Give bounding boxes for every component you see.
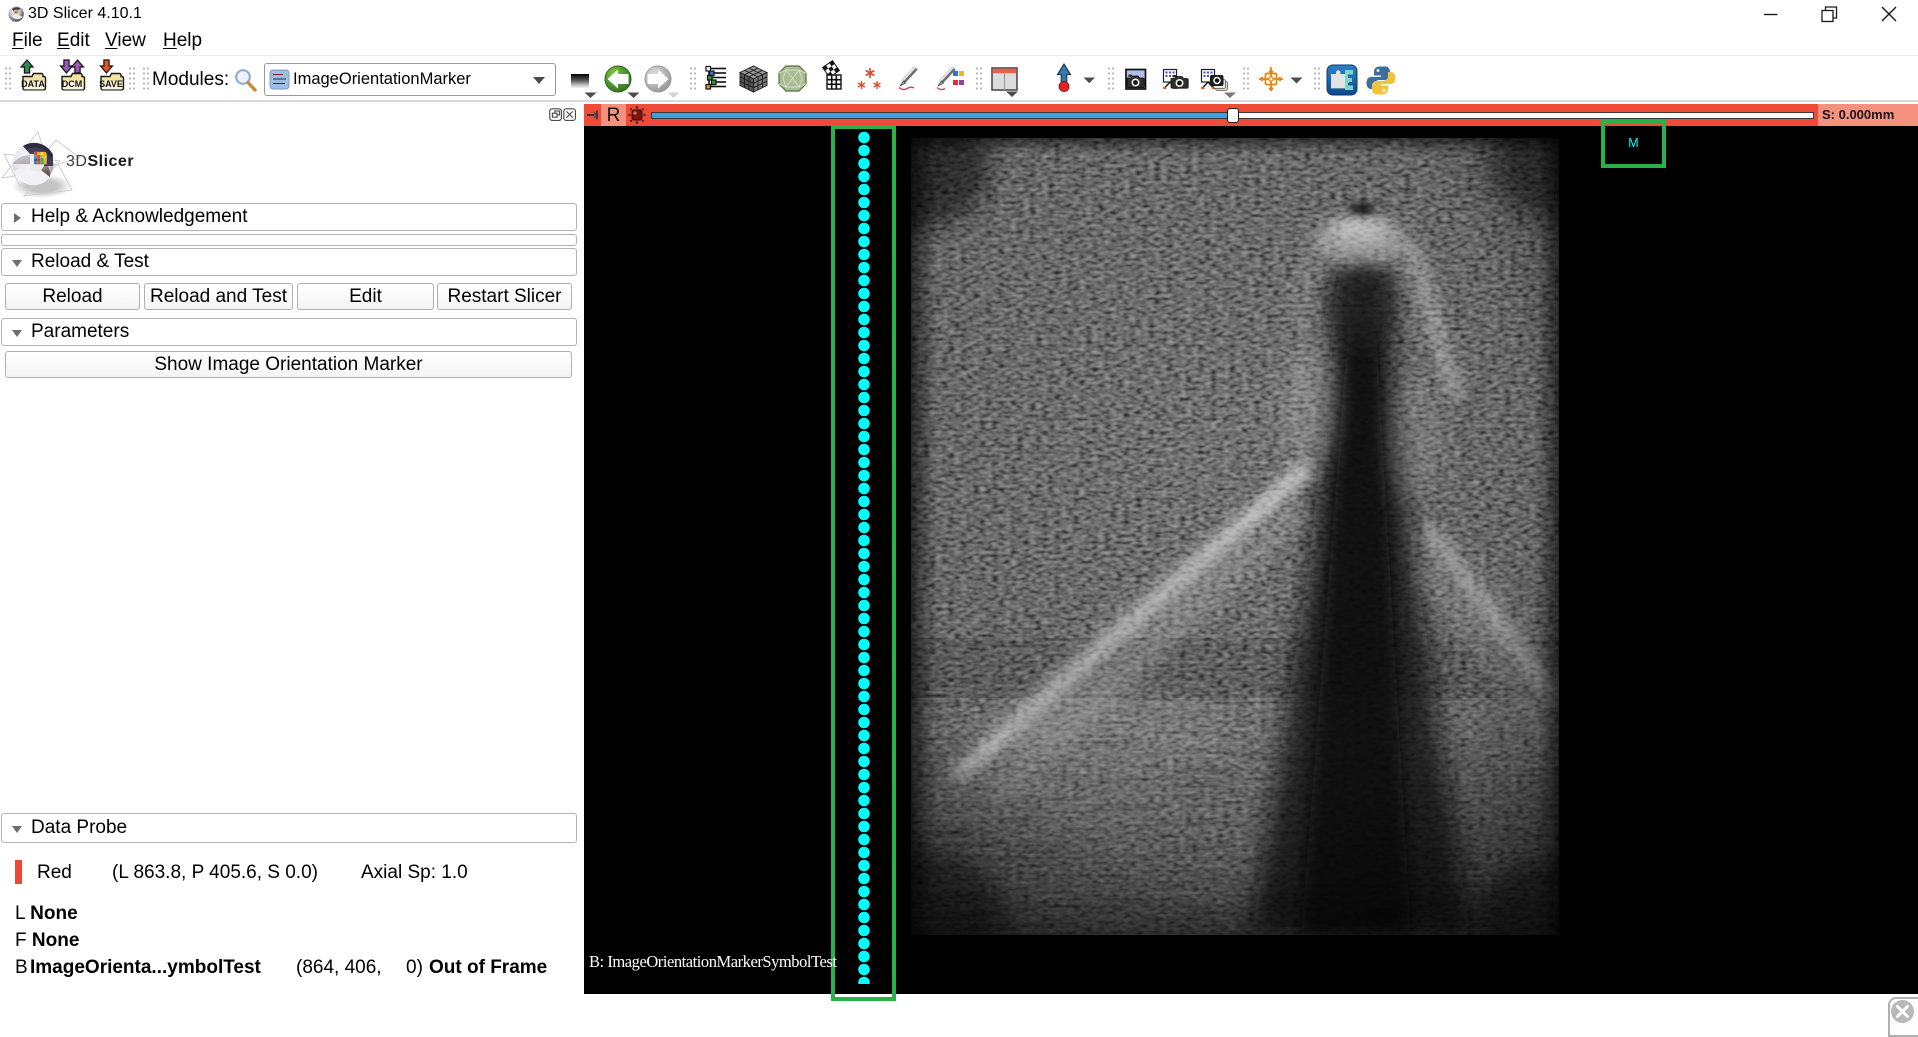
svg-text:SAVE: SAVE	[99, 79, 123, 89]
svg-text:DCM: DCM	[62, 79, 83, 89]
svg-text:DATA: DATA	[21, 79, 45, 89]
